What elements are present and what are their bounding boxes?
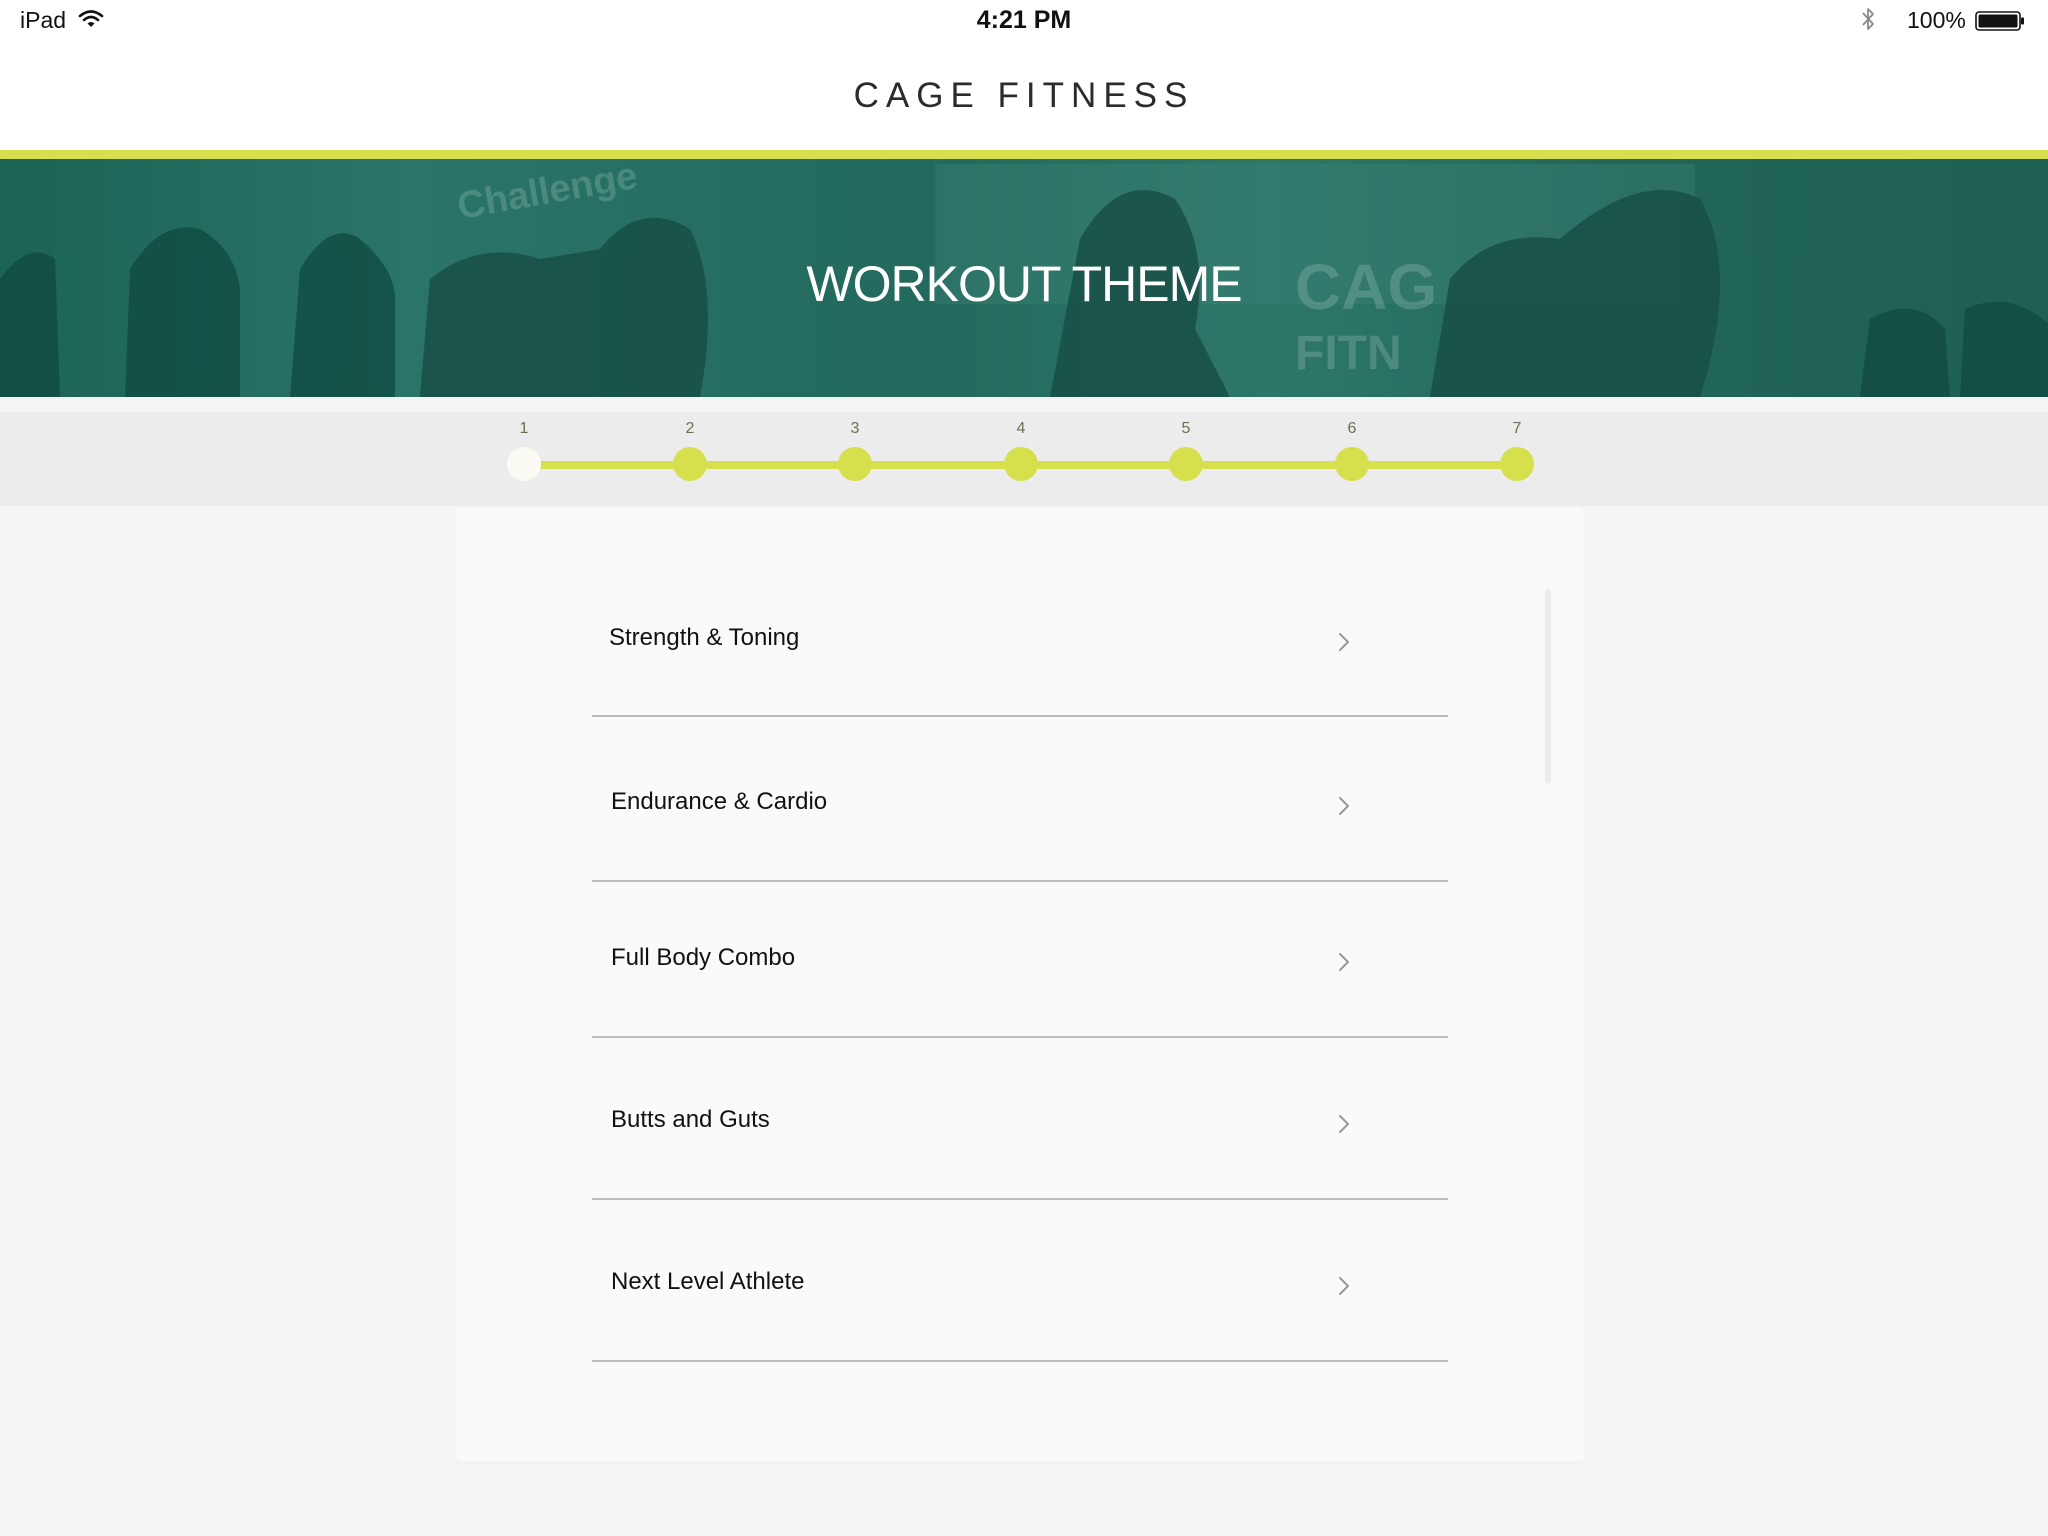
step-6[interactable]: 6	[1322, 412, 1382, 481]
status-bar: iPad 4:21 PM 100%	[0, 0, 2048, 40]
step-4[interactable]: 4	[991, 412, 1051, 481]
step-dot-current	[507, 447, 541, 481]
step-dot	[1335, 447, 1369, 481]
chevron-right-icon	[1339, 1115, 1349, 1133]
step-number: 4	[1016, 420, 1026, 437]
hero-title: WORKOUT THEME	[806, 256, 1242, 312]
step-progress: 1 2 3 4 5 6 7	[0, 412, 2048, 506]
step-number: 3	[850, 420, 860, 437]
scroll-indicator[interactable]	[1545, 589, 1551, 784]
step-number: 2	[685, 420, 695, 437]
step-dot	[1004, 447, 1038, 481]
step-dot	[1169, 447, 1203, 481]
theme-row-endurance-cardio[interactable]: Endurance & Cardio	[592, 717, 1448, 882]
step-dot	[838, 447, 872, 481]
step-7[interactable]: 7	[1487, 412, 1547, 481]
battery-icon	[1975, 11, 2024, 31]
header-accent-bar	[0, 150, 2048, 159]
battery-percent: 100%	[1907, 7, 1966, 33]
theme-label: Full Body Combo	[611, 944, 796, 971]
chevron-right-icon	[1339, 633, 1349, 651]
theme-label: Endurance & Cardio	[611, 788, 828, 815]
step-5[interactable]: 5	[1156, 412, 1216, 481]
chevron-right-icon	[1339, 797, 1349, 815]
theme-row-strength-toning[interactable]: Strength & Toning	[592, 507, 1448, 717]
bluetooth-icon	[1862, 8, 1874, 30]
step-number: 1	[519, 420, 529, 437]
chevron-right-icon	[1339, 953, 1349, 971]
theme-label: Butts and Guts	[611, 1106, 770, 1133]
step-3[interactable]: 3	[825, 412, 885, 481]
app-title: CAGE FITNESS	[853, 76, 1195, 115]
theme-row-full-body-combo[interactable]: Full Body Combo	[592, 882, 1448, 1038]
step-number: 6	[1347, 420, 1357, 437]
hero-banner: Challenge CAG FITN WORKOUT THEME	[0, 159, 2048, 397]
theme-label: Strength & Toning	[609, 624, 800, 651]
theme-label: Next Level Athlete	[611, 1268, 805, 1295]
chevron-right-icon	[1339, 1277, 1349, 1295]
svg-text:FITN: FITN	[1295, 327, 1402, 380]
svg-text:Challenge: Challenge	[454, 159, 640, 228]
app-header: CAGE FITNESS	[0, 40, 2048, 150]
step-dot	[1500, 447, 1534, 481]
step-dot	[673, 447, 707, 481]
step-2[interactable]: 2	[660, 412, 720, 481]
theme-row-butts-and-guts[interactable]: Butts and Guts	[592, 1038, 1448, 1200]
status-time: 4:21 PM	[976, 6, 1072, 34]
step-1[interactable]: 1	[494, 412, 554, 481]
step-number: 7	[1512, 420, 1522, 437]
theme-row-next-level-athlete[interactable]: Next Level Athlete	[592, 1200, 1448, 1362]
step-number: 5	[1181, 420, 1191, 437]
workout-theme-list: Strength & Toning Endurance & Cardio Ful…	[456, 507, 1584, 1461]
